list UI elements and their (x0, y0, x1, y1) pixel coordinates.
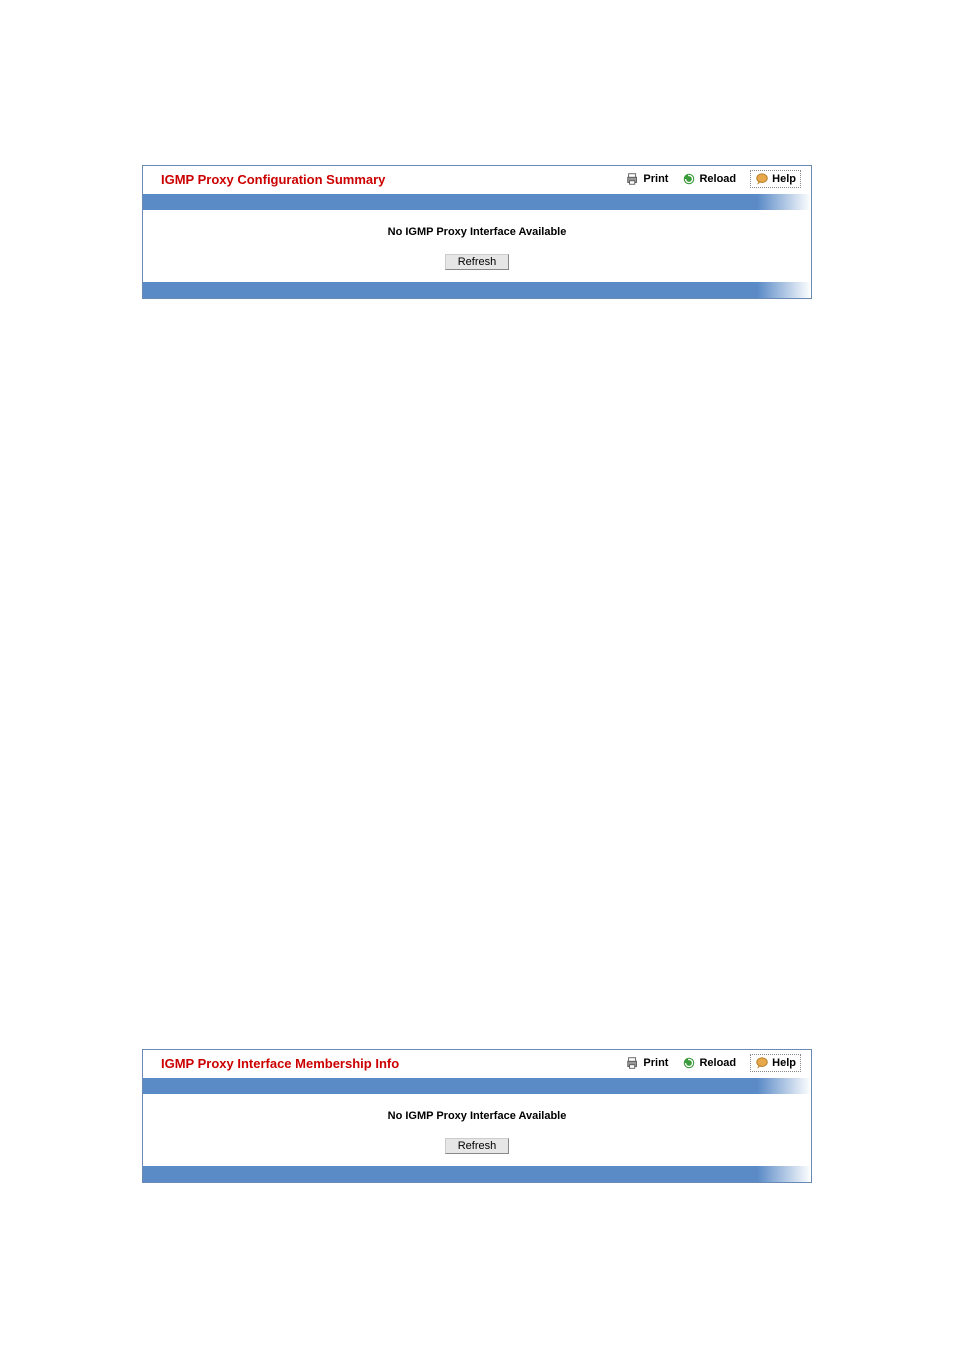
panel-header: IGMP Proxy Configuration Summary Print R… (143, 166, 811, 194)
panel-body: No IGMP Proxy Interface Available Refres… (143, 210, 811, 282)
help-label: Help (772, 173, 796, 185)
help-button[interactable]: Help (750, 1054, 801, 1072)
panel-body: No IGMP Proxy Interface Available Refres… (143, 1094, 811, 1166)
help-icon (755, 1056, 769, 1070)
print-button[interactable]: Print (626, 1056, 668, 1070)
reload-icon (682, 1056, 696, 1070)
panel-membership-info: IGMP Proxy Interface Membership Info Pri… (142, 1049, 812, 1183)
panel-container: IGMP Proxy Configuration Summary Print R… (142, 165, 812, 299)
panel-title: IGMP Proxy Configuration Summary (161, 172, 626, 187)
header-band (143, 194, 811, 210)
refresh-button[interactable]: Refresh (445, 254, 510, 270)
panel-container: IGMP Proxy Interface Membership Info Pri… (142, 1049, 812, 1183)
footer-band (143, 1166, 811, 1182)
panel-header: IGMP Proxy Interface Membership Info Pri… (143, 1050, 811, 1078)
reload-label: Reload (699, 173, 736, 185)
reload-label: Reload (699, 1057, 736, 1069)
help-button[interactable]: Help (750, 170, 801, 188)
header-band (143, 1078, 811, 1094)
reload-button[interactable]: Reload (682, 1056, 736, 1070)
print-label: Print (643, 173, 668, 185)
print-icon (626, 172, 640, 186)
reload-icon (682, 172, 696, 186)
help-label: Help (772, 1057, 796, 1069)
print-icon (626, 1056, 640, 1070)
status-message: No IGMP Proxy Interface Available (143, 1110, 811, 1122)
print-button[interactable]: Print (626, 172, 668, 186)
status-message: No IGMP Proxy Interface Available (143, 226, 811, 238)
refresh-button[interactable]: Refresh (445, 1138, 510, 1154)
panel-config-summary: IGMP Proxy Configuration Summary Print R… (142, 165, 812, 299)
toolbar: Print Reload Help (626, 170, 801, 188)
print-label: Print (643, 1057, 668, 1069)
toolbar: Print Reload Help (626, 1054, 801, 1072)
help-icon (755, 172, 769, 186)
footer-band (143, 282, 811, 298)
reload-button[interactable]: Reload (682, 172, 736, 186)
panel-title: IGMP Proxy Interface Membership Info (161, 1056, 626, 1071)
